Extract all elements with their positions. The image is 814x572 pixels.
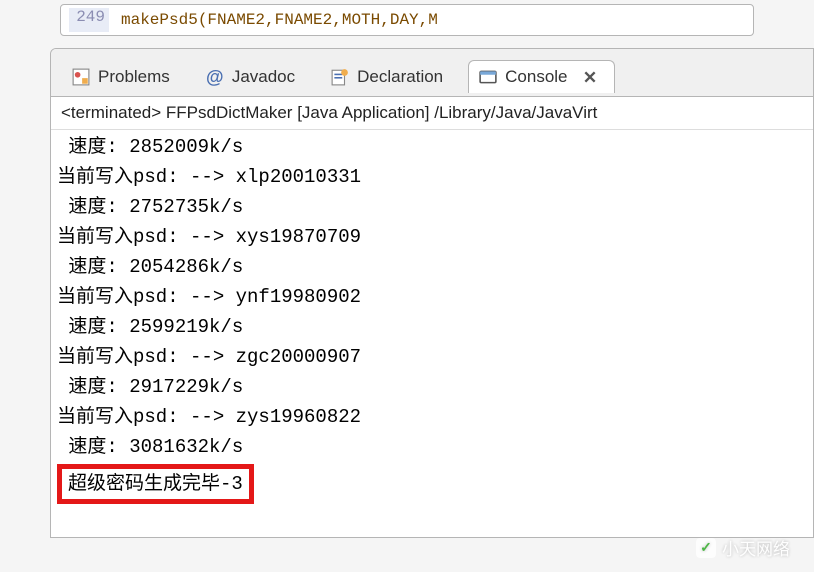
at-icon: @	[206, 68, 224, 86]
tab-console[interactable]: Console	[468, 60, 614, 93]
console-line: 速度: 2752735k/s	[57, 192, 807, 222]
tab-problems[interactable]: Problems	[61, 60, 185, 93]
highlighted-final-line: 超级密码生成完毕-3	[57, 464, 254, 504]
console-line: 当前写入psd: --> xlp20010331	[57, 162, 807, 192]
console-icon	[479, 68, 497, 86]
watermark-text: 小天网络	[722, 535, 790, 560]
close-icon[interactable]	[580, 67, 600, 87]
console-line: 当前写入psd: --> ynf19980902	[57, 282, 807, 312]
tab-bar: Problems @ Javadoc Declaration	[51, 49, 813, 97]
tab-declaration[interactable]: Declaration	[320, 60, 458, 93]
tab-label: Declaration	[357, 67, 443, 87]
console-line: 速度: 3081632k/s	[57, 432, 807, 462]
warning-icon	[72, 68, 90, 86]
console-line: 当前写入psd: --> xys19870709	[57, 222, 807, 252]
tab-javadoc[interactable]: @ Javadoc	[195, 60, 310, 93]
console-line: 当前写入psd: --> zgc20000907	[57, 342, 807, 372]
gutter-line-number: 249	[69, 8, 109, 32]
declaration-icon	[331, 68, 349, 86]
bottom-panel: Problems @ Javadoc Declaration	[50, 48, 814, 538]
tab-label: Console	[505, 67, 567, 87]
console-line: 速度: 2599219k/s	[57, 312, 807, 342]
console-line: 速度: 2852009k/s	[57, 132, 807, 162]
watermark: ✓ 小天网络	[696, 535, 790, 560]
console-output[interactable]: 速度: 2852009k/s当前写入psd: --> xlp20010331 速…	[51, 130, 813, 506]
console-line: 当前写入psd: --> zys19960822	[57, 402, 807, 432]
console-line: 速度: 2054286k/s	[57, 252, 807, 282]
console-line: 速度: 2917229k/s	[57, 372, 807, 402]
tab-label: Javadoc	[232, 67, 295, 87]
wechat-icon: ✓	[696, 538, 716, 558]
code-line: makePsd5(FNAME2,FNAME2,MOTH,DAY,M	[121, 11, 438, 29]
code-editor-snippet: 249 makePsd5(FNAME2,FNAME2,MOTH,DAY,M	[60, 4, 754, 36]
tab-label: Problems	[98, 67, 170, 87]
console-status: <terminated> FFPsdDictMaker [Java Applic…	[51, 97, 813, 130]
